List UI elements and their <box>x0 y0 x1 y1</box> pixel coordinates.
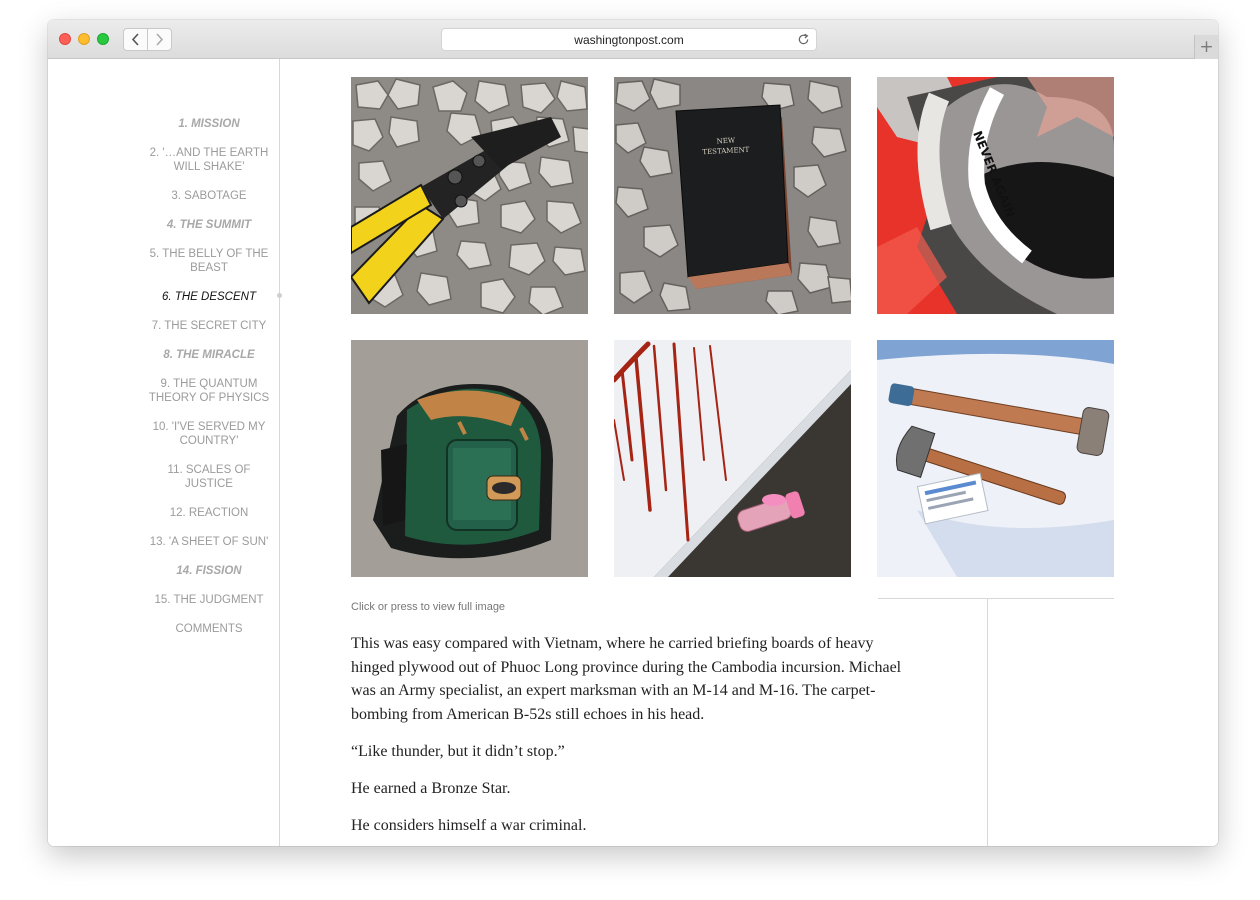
photo-hammers[interactable] <box>877 340 1114 577</box>
toc-chapter-link[interactable]: 1. MISSION <box>144 117 274 131</box>
article-paragraph: He earned a Bronze Star. <box>351 779 511 797</box>
article-paragraph: This was easy compared with Vietnam, whe… <box>351 635 902 723</box>
page-content: 1. MISSION 2. '…AND THE EARTH WILL SHAKE'… <box>48 59 1218 846</box>
hammers-image <box>877 340 1114 577</box>
book-title-line-1: NEW <box>716 136 736 145</box>
back-button[interactable] <box>123 28 148 51</box>
browser-window: washingtonpost.com + 1. MISSION 2. '…AND … <box>48 20 1218 846</box>
toc-chapter-link[interactable]: 11. SCALES OF JUSTICE <box>144 463 274 491</box>
toc-chapter-link[interactable]: 14. FISSION <box>144 564 274 578</box>
photo-bolt-cutters[interactable] <box>351 77 588 314</box>
toc-chapter-link[interactable]: 15. THE JUDGMENT <box>144 593 274 607</box>
toc-chapter-link[interactable]: 5. THE BELLY OF THE BEAST <box>144 247 274 275</box>
plus-icon: + <box>1199 37 1214 57</box>
backpack-image <box>351 340 588 577</box>
toc-chapter-link[interactable]: 4. THE SUMMIT <box>144 218 274 232</box>
toc-chapter-link[interactable]: 3. SABOTAGE <box>144 189 274 203</box>
toc-chapter-link[interactable]: 6. THE DESCENT <box>144 290 274 304</box>
new-tab-button[interactable]: + <box>1194 35 1218 59</box>
toc-chapter-link[interactable]: COMMENTS <box>144 622 274 636</box>
article-body: This was easy compared with Vietnam, whe… <box>351 632 916 846</box>
chapter-sidebar: 1. MISSION 2. '…AND THE EARTH WILL SHAKE'… <box>48 59 282 846</box>
article-paragraph: He considers himself a war criminal. <box>351 816 587 834</box>
minimize-window-button[interactable] <box>78 33 90 45</box>
address-bar[interactable]: washingtonpost.com <box>441 28 817 51</box>
article-paragraph: “Like thunder, but it didn’t stop.” <box>351 742 565 760</box>
main-column: NEW TESTAMENT NEVER AGAIN Click or press… <box>281 59 1218 846</box>
toc-chapter-link[interactable]: 10. 'I'VE SERVED MY COUNTRY' <box>144 420 274 448</box>
toc-chapter-link[interactable]: 8. THE MIRACLE <box>144 348 274 362</box>
bible-image: NEW TESTAMENT <box>614 77 851 314</box>
chapter-list: 1. MISSION 2. '…AND THE EARTH WILL SHAKE'… <box>144 117 274 651</box>
reload-icon[interactable] <box>797 33 810 46</box>
photo-backpack[interactable] <box>351 340 588 577</box>
chevron-right-icon <box>156 33 164 46</box>
url-text: washingtonpost.com <box>574 32 684 47</box>
forward-button[interactable] <box>147 28 172 51</box>
close-window-button[interactable] <box>59 33 71 45</box>
toc-chapter-link[interactable]: 12. REACTION <box>144 506 274 520</box>
divider-horizontal <box>878 598 1114 599</box>
toc-chapter-link[interactable]: 13. 'A SHEET OF SUN' <box>144 535 274 549</box>
zoom-window-button[interactable] <box>97 33 109 45</box>
photo-blood-vial[interactable] <box>614 340 851 577</box>
toc-chapter-link[interactable]: 2. '…AND THE EARTH WILL SHAKE' <box>144 146 274 174</box>
toc-chapter-link[interactable]: 9. THE QUANTUM THEORY OF PHYSICS <box>144 377 274 405</box>
photo-never-again-banner[interactable]: NEVER AGAIN <box>877 77 1114 314</box>
bolt-cutters-image <box>351 77 588 314</box>
gallery-caption: Click or press to view full image <box>351 601 506 613</box>
photo-new-testament[interactable]: NEW TESTAMENT <box>614 77 851 314</box>
toc-chapter-link[interactable]: 7. THE SECRET CITY <box>144 319 274 333</box>
chevron-left-icon <box>131 33 139 46</box>
divider-vertical <box>987 598 988 846</box>
photo-gallery: NEW TESTAMENT NEVER AGAIN <box>351 77 1114 577</box>
blood-vial-image <box>614 340 851 577</box>
banner-image: NEVER AGAIN <box>877 77 1114 314</box>
title-bar: washingtonpost.com + <box>48 20 1218 59</box>
